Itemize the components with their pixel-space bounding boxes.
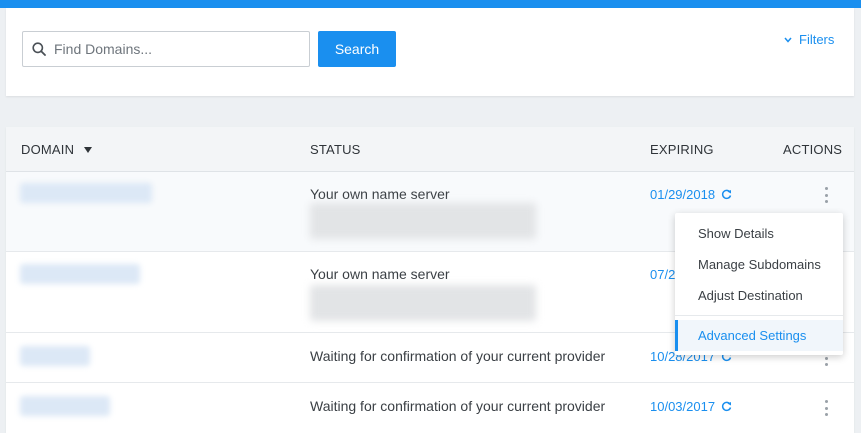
nameserver-redacted: [310, 285, 536, 321]
domain-name-redacted[interactable]: [20, 396, 110, 416]
search-icon: [32, 42, 46, 56]
refresh-icon: [722, 401, 732, 412]
menu-item-show-details[interactable]: Show Details: [675, 218, 843, 249]
menu-divider: [675, 315, 843, 316]
kebab-menu-icon[interactable]: [820, 399, 832, 417]
expiry-date-text: 10/03/2017: [650, 399, 716, 414]
domain-name-redacted[interactable]: [20, 183, 152, 203]
row-status: Waiting for confirmation of your current…: [310, 398, 606, 414]
row-status: Your own name server: [310, 266, 450, 282]
row-status: Waiting for confirmation of your current…: [310, 348, 606, 364]
sort-caret-icon: [84, 146, 93, 153]
domain-name-redacted[interactable]: [20, 264, 140, 284]
table-header: DOMAIN STATUS EXPIRING ACTIONS: [6, 127, 854, 172]
column-header-domain[interactable]: DOMAIN: [21, 142, 93, 157]
actions-dropdown-menu: Show Details Manage Subdomains Adjust De…: [675, 213, 843, 355]
table-row: Waiting for confirmation of your current…: [6, 383, 854, 433]
expiry-date-text: 01/29/2018: [650, 187, 716, 202]
column-header-expiring: EXPIRING: [650, 142, 714, 157]
search-box[interactable]: [22, 31, 310, 67]
search-button[interactable]: Search: [318, 31, 396, 67]
domain-name-redacted[interactable]: [20, 346, 90, 366]
filters-toggle[interactable]: Filters: [784, 32, 834, 47]
chevron-down-icon: [784, 37, 792, 43]
menu-item-adjust-destination[interactable]: Adjust Destination: [675, 280, 843, 311]
kebab-menu-icon[interactable]: [820, 186, 832, 204]
filters-label: Filters: [799, 32, 835, 47]
menu-item-manage-subdomains[interactable]: Manage Subdomains: [675, 249, 843, 280]
expiry-date[interactable]: 10/03/2017: [650, 399, 732, 414]
row-status: Your own name server: [310, 186, 450, 202]
column-label-domain: DOMAIN: [21, 142, 75, 157]
expiry-date[interactable]: 01/29/2018: [650, 187, 732, 202]
top-accent-bar: [0, 0, 861, 8]
column-header-actions: ACTIONS: [783, 142, 843, 157]
menu-item-advanced-settings[interactable]: Advanced Settings: [675, 320, 843, 351]
nameserver-redacted: [310, 203, 536, 239]
search-panel: Search Filters: [6, 8, 854, 96]
refresh-icon: [722, 189, 732, 200]
search-input[interactable]: [54, 32, 304, 66]
column-header-status: STATUS: [310, 142, 361, 157]
